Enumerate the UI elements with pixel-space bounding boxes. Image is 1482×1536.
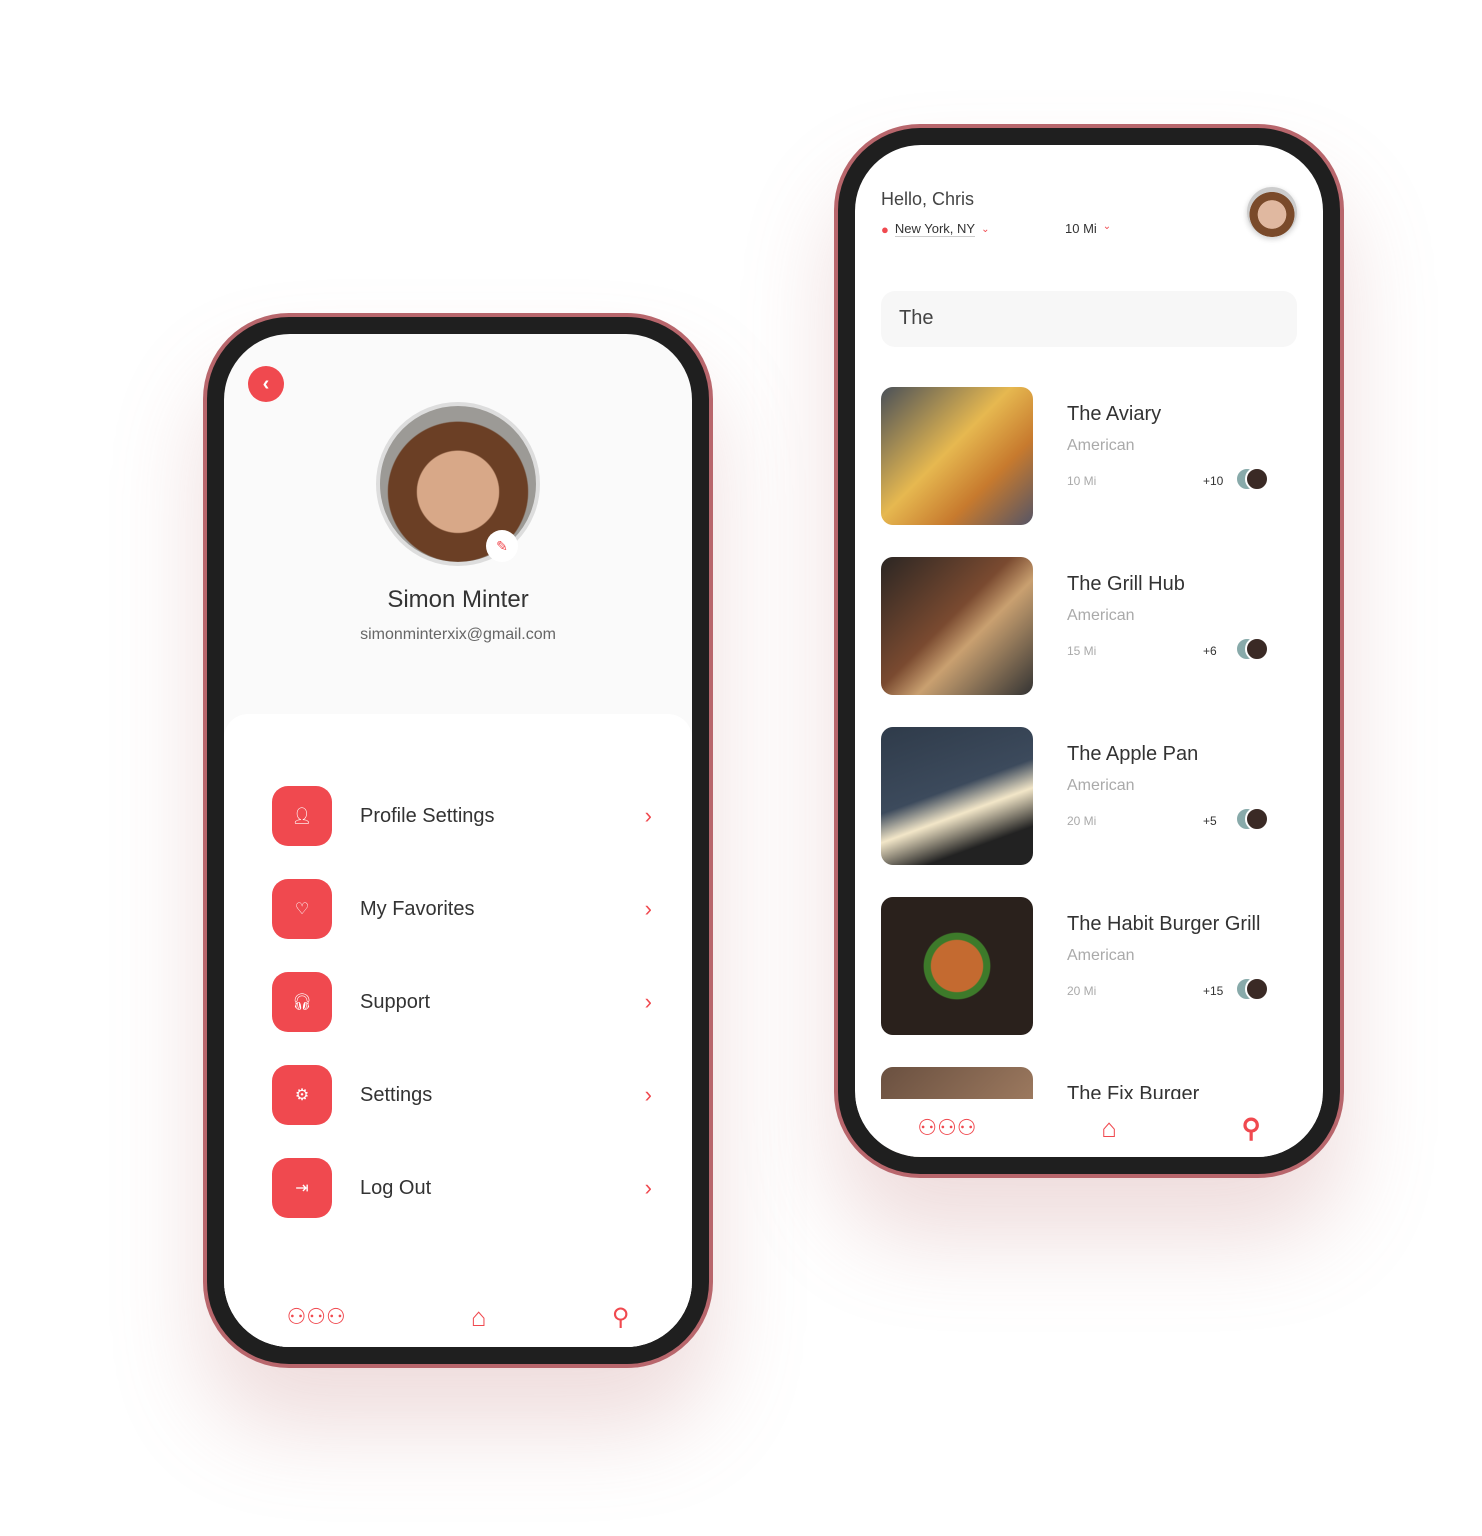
bottom-nav: ⚇⚇⚇ ⌂ ⚲ [224, 1287, 692, 1347]
menu-settings[interactable]: ⚙ Settings › [272, 1065, 652, 1125]
menu-log-out[interactable]: ⇥ Log Out › [272, 1158, 652, 1218]
menu-label: Profile Settings [360, 804, 495, 827]
friend-avatars [1235, 467, 1271, 493]
gear-icon: ⚙ [272, 1065, 332, 1125]
menu-my-favorites[interactable]: ♡ My Favorites › [272, 879, 652, 939]
greeting: Hello, Chris [881, 189, 975, 209]
group-icon[interactable]: ⚇⚇⚇ [287, 1304, 346, 1330]
chevron-left-icon: ‹ [262, 372, 270, 395]
chevron-right-icon: › [644, 896, 652, 921]
edit-icon: ✎ [496, 537, 508, 554]
menu-label: Support [360, 990, 431, 1013]
friends-count: +5 [1203, 814, 1217, 828]
restaurant-distance: 20 Mi [1067, 984, 1097, 998]
search-icon[interactable]: ⚲ [1242, 1113, 1261, 1144]
search-value: The [899, 307, 934, 329]
group-icon[interactable]: ⚇⚇⚇ [917, 1115, 976, 1141]
user-icon: 👤︎ [272, 786, 332, 846]
phone-bezel: Hello, Chris ● New York, NY ⌄ 10 Mi ⌄ Th… [838, 128, 1340, 1174]
restaurant-card[interactable]: The Habit Burger Grill American 20 Mi +15 [881, 897, 1301, 1035]
distance-selector[interactable]: 10 Mi ⌄ [1065, 221, 1111, 236]
heart-icon: ♡ [272, 879, 332, 939]
friends-count: +15 [1203, 984, 1224, 998]
headset-icon: 🎧︎ [272, 972, 332, 1032]
location-selector[interactable]: ● New York, NY ⌄ [881, 221, 989, 237]
profile-email: simonminterxix@gmail.com [360, 626, 556, 643]
profile-phone: ‹ ✎ Simon Minter simonminterxix@gmail.co… [203, 313, 713, 1368]
home-icon[interactable]: ⌂ [1101, 1113, 1117, 1144]
friend-avatars [1235, 637, 1271, 663]
restaurant-image [881, 387, 1033, 525]
chevron-right-icon: › [644, 803, 652, 828]
menu-support[interactable]: 🎧︎ Support › [272, 972, 652, 1032]
restaurant-image [881, 727, 1033, 865]
logout-icon: ⇥ [272, 1158, 332, 1218]
restaurant-category: American [1067, 437, 1135, 454]
location-pin-icon: ● [881, 221, 889, 237]
search-input[interactable]: The [881, 291, 1297, 347]
restaurant-name: The Habit Burger Grill [1067, 913, 1261, 935]
menu-profile-settings[interactable]: 👤︎ Profile Settings › [272, 786, 652, 846]
chevron-right-icon: › [644, 989, 652, 1014]
chevron-right-icon: › [644, 1082, 652, 1107]
restaurant-card[interactable]: The Apple Pan American 20 Mi +5 [881, 727, 1301, 865]
restaurant-image [881, 897, 1033, 1035]
friends-count: +6 [1203, 644, 1217, 658]
friend-avatars [1235, 807, 1271, 833]
menu-label: Log Out [360, 1176, 432, 1199]
menu-label: My Favorites [360, 897, 475, 920]
restaurant-image [881, 557, 1033, 695]
chevron-right-icon: › [644, 1175, 652, 1200]
home-icon[interactable]: ⌂ [471, 1302, 487, 1333]
restaurant-card[interactable]: The Aviary American 10 Mi +10 [881, 387, 1301, 525]
restaurant-name: The Aviary [1067, 403, 1162, 425]
menu-panel: 👤︎ Profile Settings › ♡ My Favorites › 🎧︎ Sup… [224, 714, 692, 1347]
restaurant-category: American [1067, 947, 1135, 964]
restaurant-name: The Apple Pan [1067, 743, 1199, 765]
restaurant-category: American [1067, 777, 1135, 794]
restaurant-distance: 20 Mi [1067, 814, 1097, 828]
menu-label: Settings [360, 1083, 433, 1106]
distance-value: 10 Mi [1065, 221, 1097, 236]
restaurant-distance: 10 Mi [1067, 474, 1097, 488]
search-screen: Hello, Chris ● New York, NY ⌄ 10 Mi ⌄ Th… [855, 145, 1323, 1157]
profile-screen: ‹ ✎ Simon Minter simonminterxix@gmail.co… [224, 334, 692, 1347]
restaurant-distance: 15 Mi [1067, 644, 1097, 658]
search-phone: Hello, Chris ● New York, NY ⌄ 10 Mi ⌄ Th… [834, 124, 1344, 1178]
edit-avatar-button[interactable]: ✎ [486, 530, 518, 562]
location-value: New York, NY [894, 221, 976, 237]
restaurant-name: The Grill Hub [1067, 573, 1185, 595]
back-button[interactable]: ‹ [248, 366, 284, 402]
user-avatar[interactable] [1247, 187, 1297, 237]
friend-avatars [1235, 977, 1271, 1003]
bottom-nav: ⚇⚇⚇ ⌂ ⚲ [855, 1099, 1323, 1157]
search-icon[interactable]: ⚲ [612, 1303, 630, 1332]
friends-count: +10 [1203, 474, 1224, 488]
restaurant-card[interactable]: The Grill Hub American 15 Mi +6 [881, 557, 1301, 695]
chevron-down-icon: ⌄ [1102, 221, 1112, 232]
chevron-down-icon: ⌄ [981, 223, 990, 235]
phone-bezel: ‹ ✎ Simon Minter simonminterxix@gmail.co… [207, 317, 709, 1364]
restaurant-category: American [1067, 607, 1135, 624]
profile-name: Simon Minter [387, 586, 529, 613]
